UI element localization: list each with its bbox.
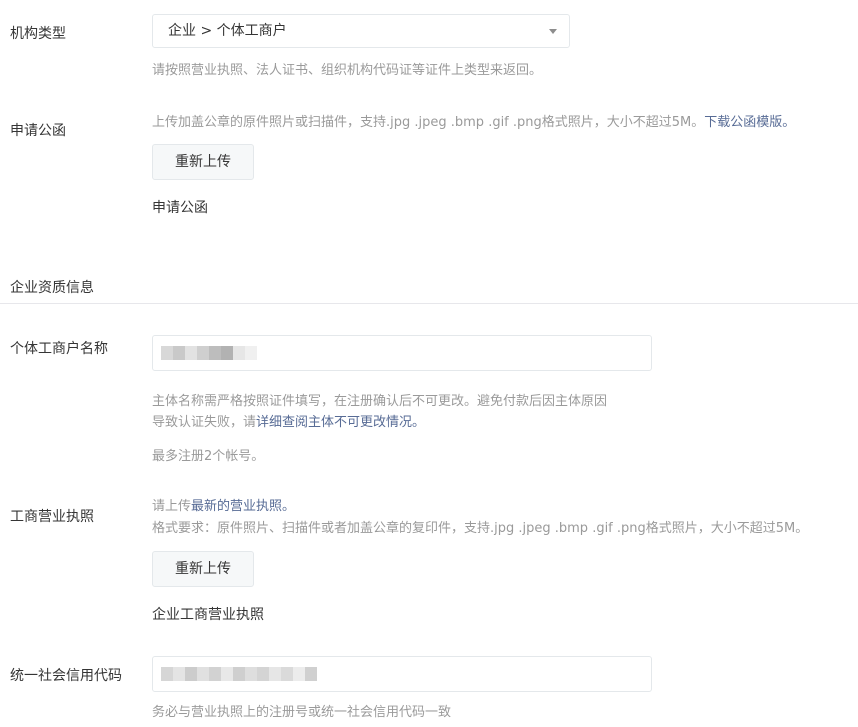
business-license-hint-text: 请上传 xyxy=(152,499,192,514)
business-name-hint-line2: 导致认证失败，请详细查阅主体不可更改情况。 xyxy=(152,413,425,433)
redacted-credit-code xyxy=(161,667,317,681)
credit-code-label: 统一社会信用代码 xyxy=(10,668,122,684)
org-type-label: 机构类型 xyxy=(10,26,66,42)
application-letter-hint-text: 上传加盖公章的原件照片或扫描件，支持.jpg .jpeg .bmp .gif .… xyxy=(152,115,705,130)
business-name-hint-line2-text: 导致认证失败，请 xyxy=(152,415,257,430)
org-type-select[interactable]: 企业 > 个体工商户 xyxy=(152,14,570,48)
business-license-hint: 请上传最新的营业执照。 xyxy=(152,497,295,517)
business-license-reupload-button[interactable]: 重新上传 xyxy=(152,551,254,587)
latest-license-link[interactable]: 最新的营业执照。 xyxy=(191,499,295,514)
qualification-section-title: 企业资质信息 xyxy=(10,280,94,296)
business-name-input[interactable] xyxy=(152,335,652,371)
business-license-format-requirement: 格式要求：原件照片、扫描件或者加盖公章的复印件，支持.jpg .jpeg .bm… xyxy=(152,521,809,536)
redacted-business-name xyxy=(161,346,257,360)
application-letter-reupload-button[interactable]: 重新上传 xyxy=(152,144,254,180)
account-limit-note: 最多注册2个帐号。 xyxy=(152,449,265,464)
business-license-filename: 企业工商营业执照 xyxy=(152,607,264,623)
org-type-selected-value: 企业 > 个体工商户 xyxy=(168,23,287,39)
download-template-link[interactable]: 下载公函模版。 xyxy=(704,115,795,130)
business-name-label: 个体工商户名称 xyxy=(10,341,108,357)
application-letter-label: 申请公函 xyxy=(10,123,66,139)
business-name-hint-line1: 主体名称需严格按照证件填写，在注册确认后不可更改。避免付款后因主体原因 xyxy=(152,394,608,409)
application-letter-hint: 上传加盖公章的原件照片或扫描件，支持.jpg .jpeg .bmp .gif .… xyxy=(152,113,795,133)
credit-code-input[interactable] xyxy=(152,656,652,692)
credit-code-hint: 务必与营业执照上的注册号或统一社会信用代码一致 xyxy=(152,705,452,720)
chevron-down-icon xyxy=(549,29,557,34)
business-license-label: 工商营业执照 xyxy=(10,509,94,525)
unchangeable-cases-link[interactable]: 详细查阅主体不可更改情况。 xyxy=(256,415,425,430)
org-type-hint: 请按照营业执照、法人证书、组织机构代码证等证件上类型来返回。 xyxy=(152,63,543,78)
application-letter-filename: 申请公函 xyxy=(152,200,208,216)
section-divider xyxy=(0,303,858,304)
